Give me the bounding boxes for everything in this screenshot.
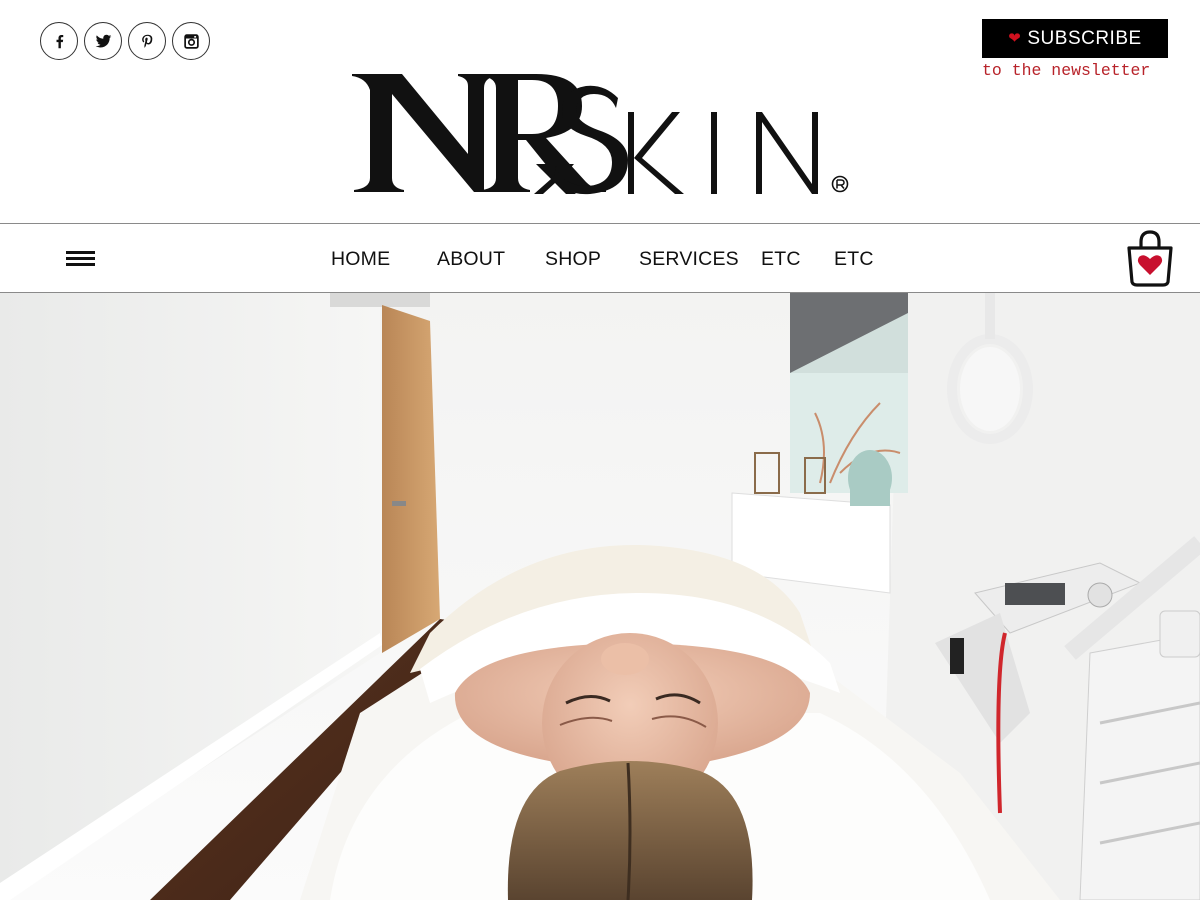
facebook-icon (56, 34, 63, 48)
twitter-icon (95, 34, 111, 47)
nav-etc-1[interactable]: ETC (761, 248, 801, 271)
main-navigation: HOME ABOUT SHOP SERVICES ETC ETC (0, 223, 1200, 293)
subscribe-label: SUBSCRIBE (1027, 27, 1142, 49)
social-links (40, 22, 210, 60)
nav-shop[interactable]: SHOP (545, 248, 601, 271)
instagram-button[interactable] (172, 22, 210, 60)
nav-services[interactable]: SERVICES (639, 248, 739, 271)
nav-home[interactable]: HOME (331, 248, 390, 271)
pinterest-icon (141, 34, 152, 48)
instagram-icon (183, 33, 199, 49)
twitter-button[interactable] (84, 22, 122, 60)
subscribe-sublabel[interactable]: to the newsletter (982, 61, 1172, 80)
treatment-room-photo (0, 293, 1200, 900)
subscribe-button[interactable]: ❤ SUBSCRIBE (982, 19, 1168, 58)
heart-icon: ❤ (1008, 30, 1022, 47)
site-header: ❤ SUBSCRIBE to the newsletter (0, 0, 1200, 223)
nav-etc-2[interactable]: ETC (834, 248, 874, 271)
pinterest-button[interactable] (128, 22, 166, 60)
shopping-bag-heart-icon (1127, 230, 1173, 287)
facebook-button[interactable] (40, 22, 78, 60)
hero-image (0, 293, 1200, 900)
nrx-skin-logo (352, 74, 849, 195)
site-logo[interactable] (350, 66, 860, 206)
nav-about[interactable]: ABOUT (437, 248, 505, 271)
hamburger-menu-icon[interactable] (66, 250, 95, 268)
cart-button[interactable] (1125, 228, 1175, 288)
newsletter-signup: ❤ SUBSCRIBE to the newsletter (982, 19, 1172, 80)
